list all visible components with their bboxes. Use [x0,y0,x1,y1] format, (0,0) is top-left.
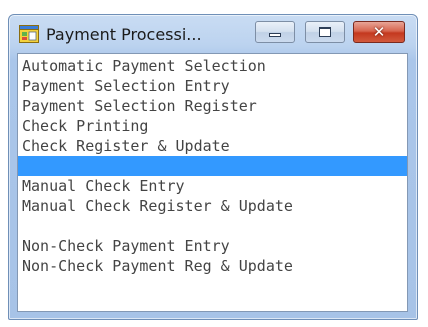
close-button[interactable]: ✕ [353,21,405,43]
menu-item-blank[interactable] [18,216,407,236]
menu-list: Automatic Payment Selection Payment Sele… [18,56,407,276]
payment-processing-window: Payment Processi... ✕ Automatic Payment … [8,14,418,320]
menu-item-manual-check-register-update[interactable]: Manual Check Register & Update [18,196,407,216]
menu-item-automatic-payment-selection[interactable]: Automatic Payment Selection [18,56,407,76]
menu-item-blank[interactable] [18,156,407,176]
maximize-icon [319,27,331,37]
window-title: Payment Processi... [46,25,202,44]
minimize-icon [269,33,281,37]
menu-item-payment-selection-entry[interactable]: Payment Selection Entry [18,76,407,96]
minimize-button[interactable] [255,21,295,43]
menu-item-check-register-update[interactable]: Check Register & Update [18,136,407,156]
menu-item-non-check-payment-reg-update[interactable]: Non-Check Payment Reg & Update [18,256,407,276]
close-icon: ✕ [372,23,386,41]
maximize-button[interactable] [305,21,345,43]
menu-item-manual-check-entry[interactable]: Manual Check Entry [18,176,407,196]
menu-item-payment-selection-register[interactable]: Payment Selection Register [18,96,407,116]
title-bar[interactable]: Payment Processi... ✕ [9,15,417,53]
menu-item-check-printing[interactable]: Check Printing [18,116,407,136]
menu-panel: Automatic Payment Selection Payment Sele… [17,53,408,312]
menu-item-non-check-payment-entry[interactable]: Non-Check Payment Entry [18,236,407,256]
app-window-icon [19,25,39,43]
